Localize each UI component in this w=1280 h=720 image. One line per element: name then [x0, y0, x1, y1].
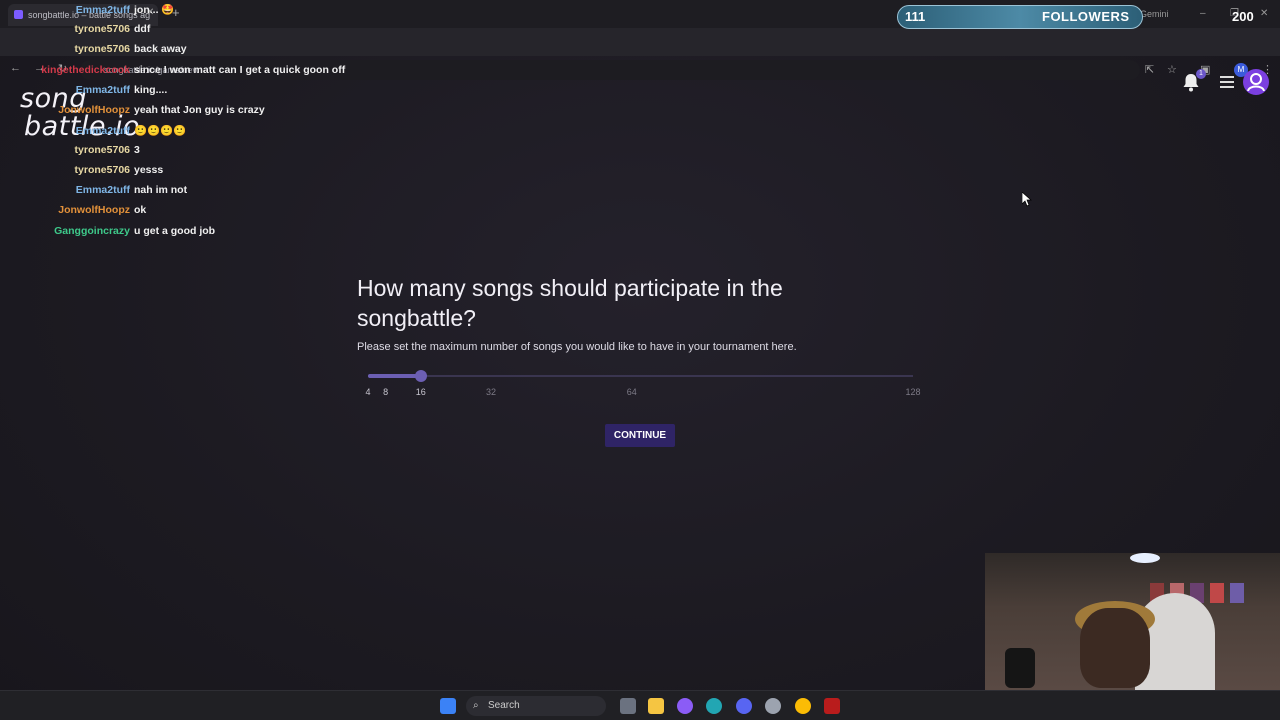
page-title: How many songs should participate in the… [357, 275, 783, 332]
install-app-icon[interactable]: ⇱ [1145, 63, 1154, 76]
chat-message: Emma2tuff nah im not [0, 184, 187, 198]
followers-label: FOLLOWERS [1042, 9, 1130, 24]
slider-tick-label[interactable]: 128 [905, 387, 920, 397]
chat-text: ok [134, 204, 147, 216]
slider-tick-label[interactable]: 64 [627, 387, 637, 397]
ceiling-light [1130, 553, 1160, 563]
slider-thumb[interactable] [414, 370, 427, 382]
chat-username: tyrone5706 [74, 144, 130, 156]
chat-message: JonwolfHoopz yeah that Jon guy is crazy [0, 104, 265, 118]
chat-message: tyrone5706 back away [0, 43, 187, 57]
chat-username: kingethedickcook [41, 64, 130, 76]
chat-message: Emma2tuff jon... 🤩 [0, 3, 175, 17]
slider-track[interactable] [368, 375, 913, 377]
taskbar-search[interactable]: ⌕ Search [466, 696, 606, 716]
chat-text: ddf [134, 23, 151, 35]
chat-username: Emma2tuff [75, 4, 130, 16]
page-description: Please set the maximum number of songs y… [357, 341, 797, 353]
taskbar-search-label: Search [488, 700, 520, 711]
chat-username: Ganggoincrazy [54, 225, 130, 237]
microphone [1005, 648, 1035, 688]
chrome-icon[interactable] [795, 698, 811, 714]
slider-tick-label[interactable]: 4 [365, 387, 370, 397]
chat-text: yesss [134, 164, 164, 176]
continue-button[interactable]: CONTINUE [605, 424, 675, 447]
discord-icon[interactable] [736, 698, 752, 714]
chat-text: yeah that Jon guy is crazy [134, 104, 265, 116]
chat-message: Emma2tuff 🙂🙂🙂🙂 [0, 124, 187, 138]
file-explorer-icon[interactable] [648, 698, 664, 714]
webcam-feed [985, 553, 1280, 690]
followers-goal: 200 [1232, 9, 1254, 24]
chat-message: Emma2tuff king.... [0, 84, 168, 98]
bookmark-star-icon[interactable]: ☆ [1167, 63, 1177, 76]
chat-username: tyrone5706 [74, 164, 130, 176]
followers-goal-overlay: 111 FOLLOWERS 200 [897, 5, 1275, 29]
notification-badge: 1 [1196, 69, 1206, 79]
app-icon[interactable] [765, 698, 781, 714]
slider-tick-label[interactable]: 8 [383, 387, 388, 397]
chat-username: JonwolfHoopz [58, 104, 130, 116]
chat-text: since I won matt can I get a quick goon … [134, 64, 346, 76]
screen: songbattle.io – battle songs ag ✕ + Gemi… [0, 0, 1280, 720]
edge-icon[interactable] [706, 698, 722, 714]
wall-poster [1210, 583, 1224, 603]
chat-username: Emma2tuff [75, 184, 130, 196]
search-icon: ⌕ [473, 700, 479, 711]
windows-taskbar: ⌕ Search [0, 690, 1280, 720]
chat-username: tyrone5706 [74, 23, 130, 35]
user-avatar-button[interactable] [1243, 69, 1269, 95]
copilot-icon[interactable] [677, 698, 693, 714]
song-count-slider[interactable] [368, 370, 913, 382]
chat-text: u get a good job [134, 225, 216, 237]
chat-message: tyrone5706 3 [0, 144, 140, 158]
chat-message: tyrone5706 yesss [0, 164, 164, 178]
chat-message: tyrone5706 ddf [0, 23, 151, 37]
slider-tick-label[interactable]: 16 [416, 387, 426, 397]
chat-username: JonwolfHoopz [58, 204, 130, 216]
chat-text: 🙂🙂🙂🙂 [134, 125, 187, 137]
chat-text: nah im not [134, 184, 188, 196]
chat-message: JonwolfHoopz ok [0, 204, 146, 218]
chat-message: kingethedickcook since I won matt can I g… [0, 64, 345, 78]
slider-tick-label[interactable]: 32 [486, 387, 496, 397]
hamburger-menu-icon[interactable] [1220, 76, 1234, 88]
chat-text: 3 [134, 144, 140, 156]
wall-poster [1230, 583, 1244, 603]
chat-username: tyrone5706 [74, 43, 130, 55]
chat-text: jon... 🤩 [134, 4, 175, 16]
chat-username: Emma2tuff [75, 125, 130, 137]
chat-text: back away [134, 43, 187, 55]
user-icon [1247, 73, 1265, 92]
epic-games-icon[interactable] [824, 698, 840, 714]
chat-message: Ganggoincrazy u get a good job [0, 225, 215, 239]
slider-fill [368, 374, 421, 378]
chat-username: Emma2tuff [75, 84, 130, 96]
chat-text: king.... [134, 84, 168, 96]
windows-start-icon[interactable] [440, 698, 456, 714]
streamer [1080, 608, 1150, 688]
address-bar-row: ← → ↻ songbattle.io/game/new ⇱ ☆ ▣ M ⋮ [0, 28, 1280, 80]
task-view-icon[interactable] [620, 698, 636, 714]
followers-count: 111 [905, 9, 926, 24]
